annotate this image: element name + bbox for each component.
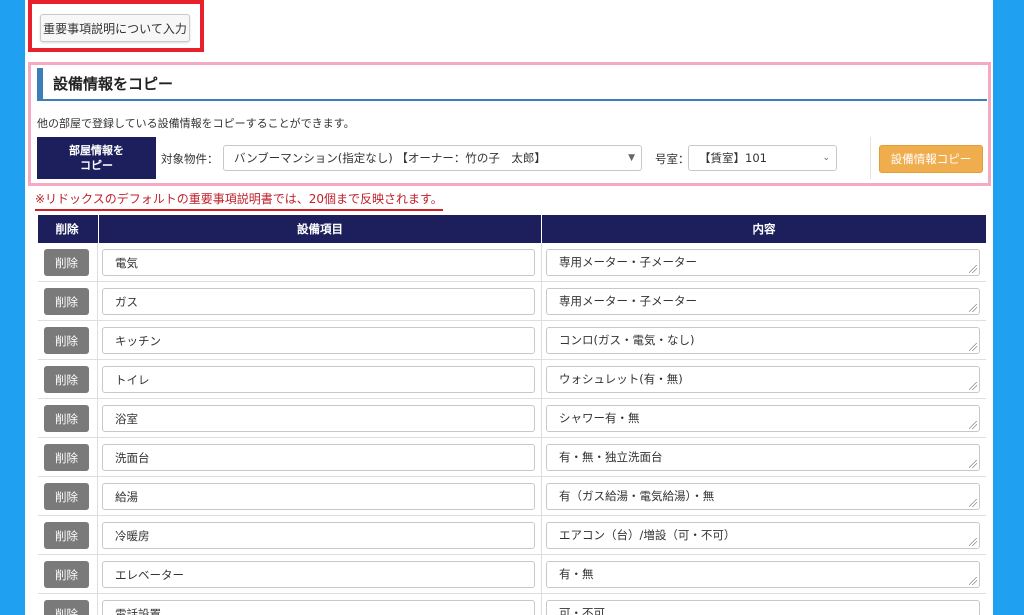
copy-form-row: 部屋情報を コピー 対象物件： バンブーマンション(指定なし) 【オーナー：竹の…: [37, 137, 987, 179]
chevron-down-icon: ▼: [628, 153, 635, 163]
equipment-table: 削除 設備項目 内容 削除 専用メーター・子メーター 削除 専用メーター・子メー…: [38, 215, 986, 615]
equipment-content-textarea[interactable]: エアコン（台）/増設（可・不可）: [546, 522, 980, 549]
header-content: 内容: [752, 222, 776, 236]
section-description: 他の部屋で登録している設備情報をコピーすることができます。: [37, 117, 355, 130]
table-row: 削除 専用メーター・子メーター: [38, 243, 986, 282]
table-header: 削除 設備項目 内容: [38, 215, 986, 243]
default-limit-note: ※リドックスのデフォルトの重要事項説明書では、20個まで反映されます。: [35, 190, 443, 211]
resize-handle-icon[interactable]: [969, 460, 977, 468]
section-title: 設備情報をコピー: [53, 75, 174, 93]
equipment-content-textarea[interactable]: 有（ガス給湯・電気給湯）・無: [546, 483, 980, 510]
equipment-content-textarea[interactable]: コンロ(ガス・電気・なし): [546, 327, 980, 354]
content-text: ウォシュレット(有・無): [559, 372, 683, 386]
equipment-item-input[interactable]: [102, 288, 535, 315]
table-row: 削除 シャワー有・無: [38, 399, 986, 438]
property-label: 対象物件：: [161, 152, 219, 166]
resize-handle-icon[interactable]: [969, 421, 977, 429]
equipment-item-input[interactable]: [102, 405, 535, 432]
equipment-content-textarea[interactable]: 専用メーター・子メーター: [546, 249, 980, 276]
room-number-label: 号室：: [655, 152, 690, 166]
content-text: 有・無・独立洗面台: [559, 450, 663, 464]
content-text: シャワー有・無: [559, 411, 640, 425]
equipment-item-input[interactable]: [102, 444, 535, 471]
delete-button[interactable]: 削除: [44, 561, 89, 588]
delete-button[interactable]: 削除: [44, 600, 89, 615]
delete-button[interactable]: 削除: [44, 483, 89, 510]
resize-handle-icon[interactable]: [969, 382, 977, 390]
equipment-content-textarea[interactable]: 可・不可: [546, 600, 980, 615]
equipment-item-input[interactable]: [102, 249, 535, 276]
equipment-item-input[interactable]: [102, 561, 535, 588]
content-text: コンロ(ガス・電気・なし): [559, 333, 695, 347]
equipment-content-textarea[interactable]: 有・無: [546, 561, 980, 588]
table-body: 削除 専用メーター・子メーター 削除 専用メーター・子メーター 削除 コンロ(ガ…: [38, 243, 986, 615]
table-row: 削除 コンロ(ガス・電気・なし): [38, 321, 986, 360]
header-delete: 削除: [55, 222, 79, 236]
delete-button[interactable]: 削除: [44, 288, 89, 315]
content-text: 可・不可: [559, 606, 605, 615]
content-text: 専用メーター・子メーター: [559, 294, 697, 308]
equipment-content-textarea[interactable]: シャワー有・無: [546, 405, 980, 432]
important-matters-input-button[interactable]: 重要事項説明について入力: [40, 14, 190, 42]
equipment-content-textarea[interactable]: 有・無・独立洗面台: [546, 444, 980, 471]
header-item: 設備項目: [98, 215, 542, 243]
resize-handle-icon[interactable]: [969, 343, 977, 351]
equipment-content-textarea[interactable]: ウォシュレット(有・無): [546, 366, 980, 393]
table-row: 削除 ウォシュレット(有・無): [38, 360, 986, 399]
content-text: エアコン（台）/増設（可・不可）: [559, 528, 736, 542]
content-text: 有・無: [559, 567, 594, 581]
resize-handle-icon[interactable]: [969, 577, 977, 585]
delete-button[interactable]: 削除: [44, 327, 89, 354]
resize-handle-icon[interactable]: [969, 499, 977, 507]
property-select[interactable]: バンブーマンション(指定なし) 【オーナー：竹の子 太郎】 ▼: [223, 145, 642, 171]
equipment-item-input[interactable]: [102, 483, 535, 510]
room-number-select[interactable]: 【賃室】101 ⌄: [688, 145, 837, 171]
copy-equipment-button[interactable]: 設備情報コピー: [879, 145, 983, 173]
chevron-down-icon: ⌄: [822, 153, 830, 163]
room-number-select-value: 【賃室】101: [699, 151, 767, 165]
room-info-label-line2: コピー: [80, 159, 113, 172]
equipment-item-input[interactable]: [102, 522, 535, 549]
table-row: 削除 有・無: [38, 555, 986, 594]
equipment-content-textarea[interactable]: 専用メーター・子メーター: [546, 288, 980, 315]
delete-button[interactable]: 削除: [44, 249, 89, 276]
delete-button[interactable]: 削除: [44, 405, 89, 432]
equipment-copy-section: 設備情報をコピー 他の部屋で登録している設備情報をコピーすることができます。 部…: [28, 62, 991, 186]
room-info-copy-label: 部屋情報を コピー: [37, 137, 156, 179]
resize-handle-icon[interactable]: [969, 304, 977, 312]
content-text: 専用メーター・子メーター: [559, 255, 697, 269]
table-row: 削除 有（ガス給湯・電気給湯）・無: [38, 477, 986, 516]
equipment-item-input[interactable]: [102, 327, 535, 354]
delete-button[interactable]: 削除: [44, 444, 89, 471]
divider: [870, 137, 871, 179]
table-row: 削除 有・無・独立洗面台: [38, 438, 986, 477]
resize-handle-icon[interactable]: [969, 538, 977, 546]
resize-handle-icon[interactable]: [969, 265, 977, 273]
section-header: 設備情報をコピー: [37, 68, 987, 101]
table-row: 削除 エアコン（台）/増設（可・不可）: [38, 516, 986, 555]
table-row: 削除 可・不可: [38, 594, 986, 615]
table-row: 削除 専用メーター・子メーター: [38, 282, 986, 321]
content-text: 有（ガス給湯・電気給湯）・無: [559, 489, 715, 503]
property-select-value: バンブーマンション(指定なし) 【オーナー：竹の子 太郎】: [234, 151, 546, 165]
room-info-label-line1: 部屋情報を: [69, 144, 124, 157]
equipment-item-input[interactable]: [102, 600, 535, 615]
delete-button[interactable]: 削除: [44, 522, 89, 549]
highlight-box-red: 重要事項説明について入力: [28, 0, 204, 52]
equipment-item-input[interactable]: [102, 366, 535, 393]
main-panel: 重要事項説明について入力 設備情報をコピー 他の部屋で登録している設備情報をコピ…: [25, 0, 993, 615]
delete-button[interactable]: 削除: [44, 366, 89, 393]
